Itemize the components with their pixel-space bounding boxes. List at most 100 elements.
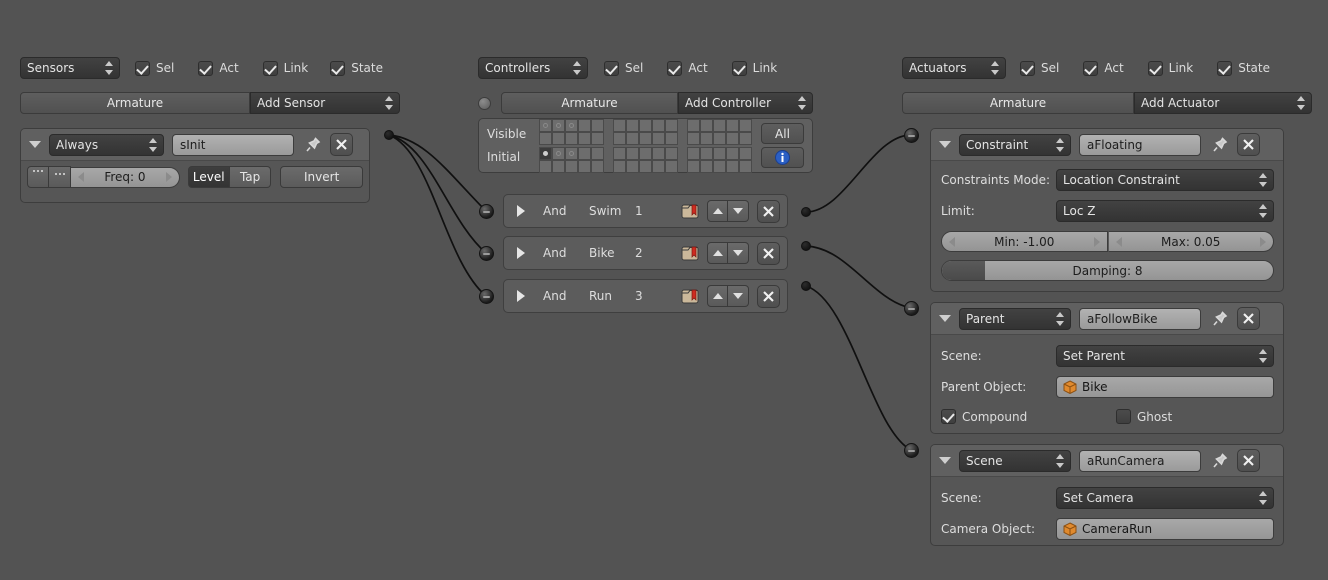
states-grid-group-2[interactable]	[613, 119, 678, 173]
state-cell[interactable]	[639, 160, 652, 173]
state-cell[interactable]	[713, 132, 726, 145]
actuators-filter-act[interactable]: Act	[1083, 61, 1123, 76]
arrow-right-icon[interactable]	[1260, 237, 1266, 247]
controller-move-down-button[interactable]	[728, 200, 749, 222]
add-actuator-dropdown[interactable]: Add Actuator	[1134, 92, 1312, 114]
sensor-type-dropdown[interactable]: Always	[49, 134, 164, 156]
controller-state-icon[interactable]	[679, 285, 701, 307]
controller-close-button[interactable]	[757, 285, 780, 308]
state-cell[interactable]	[539, 132, 552, 145]
damping-slider[interactable]: Damping: 8	[941, 260, 1274, 281]
state-cell[interactable]	[665, 160, 678, 173]
expand-triangle-icon[interactable]	[29, 141, 41, 148]
controller-row-bike[interactable]: And Bike 2	[503, 236, 788, 270]
state-cell[interactable]	[565, 119, 578, 132]
actuator-type-dropdown[interactable]: Scene	[959, 450, 1071, 472]
state-cell[interactable]	[726, 147, 739, 160]
state-cell[interactable]	[613, 160, 626, 173]
state-cell[interactable]	[539, 160, 552, 173]
state-cell[interactable]	[565, 147, 578, 160]
state-cell[interactable]	[726, 132, 739, 145]
actuators-type-dropdown[interactable]: Actuators	[902, 57, 1006, 79]
controller-close-button[interactable]	[757, 200, 780, 223]
controller-move-down-button[interactable]	[728, 242, 749, 264]
states-grid-group-3[interactable]	[687, 119, 752, 173]
add-controller-dropdown[interactable]: Add Controller	[678, 92, 813, 114]
ghost-checkbox[interactable]: Ghost	[1116, 409, 1172, 424]
scene-mode-dropdown[interactable]: Set Camera	[1056, 487, 1274, 509]
checkbox-icon[interactable]	[263, 61, 278, 76]
state-cell[interactable]	[713, 147, 726, 160]
state-cell[interactable]	[626, 160, 639, 173]
sensors-filter-link[interactable]: Link	[263, 61, 309, 76]
actuator-close-button[interactable]	[1237, 449, 1260, 472]
states-all-button[interactable]: All	[761, 123, 804, 144]
state-cell[interactable]	[713, 160, 726, 173]
state-cell[interactable]	[626, 119, 639, 132]
checkbox-icon[interactable]	[330, 61, 345, 76]
sensors-object-bar[interactable]: Armature	[20, 92, 250, 114]
sensor-tap-toggle[interactable]: Tap	[230, 166, 271, 188]
sensors-filter-sel[interactable]: Sel	[135, 61, 174, 76]
state-cell[interactable]	[713, 119, 726, 132]
checkbox-icon[interactable]	[1020, 61, 1035, 76]
state-cell[interactable]	[700, 132, 713, 145]
sensor-pulse-false-icon[interactable]	[49, 166, 71, 188]
sensor-freq-field[interactable]: Freq: 0	[71, 167, 179, 188]
actuators-filter-state[interactable]: State	[1217, 61, 1270, 76]
sensor-level-toggle[interactable]: Level	[188, 166, 230, 188]
state-cell[interactable]	[687, 160, 700, 173]
parent-mode-dropdown[interactable]: Set Parent	[1056, 345, 1274, 367]
expand-triangle-icon[interactable]	[517, 290, 525, 302]
controllers-filter-act[interactable]: Act	[667, 61, 707, 76]
arrow-left-icon[interactable]	[78, 172, 84, 182]
state-cell[interactable]	[665, 147, 678, 160]
sensor-pulse-true-icon[interactable]	[27, 166, 49, 188]
state-cell[interactable]	[739, 160, 752, 173]
controller-move-up-button[interactable]	[707, 285, 728, 307]
state-cell[interactable]	[626, 147, 639, 160]
controller-row-swim[interactable]: And Swim 1	[503, 194, 788, 228]
checkbox-icon[interactable]	[941, 409, 956, 424]
state-cell[interactable]	[665, 119, 678, 132]
state-cell[interactable]	[591, 132, 604, 145]
controller-output-socket[interactable]	[801, 241, 811, 251]
sensor-output-socket[interactable]	[384, 130, 394, 140]
state-cell[interactable]	[613, 147, 626, 160]
pin-icon[interactable]	[1209, 134, 1231, 156]
expand-triangle-icon[interactable]	[939, 315, 951, 322]
state-cell[interactable]	[639, 119, 652, 132]
expand-triangle-icon[interactable]	[939, 141, 951, 148]
checkbox-icon[interactable]	[135, 61, 150, 76]
state-cell[interactable]	[700, 119, 713, 132]
state-cell[interactable]	[726, 119, 739, 132]
state-cell[interactable]	[639, 147, 652, 160]
controllers-type-dropdown[interactable]: Controllers	[478, 57, 588, 79]
min-field[interactable]: Min: -1.00	[941, 231, 1108, 252]
expand-triangle-icon[interactable]	[517, 205, 525, 217]
arrow-right-icon[interactable]	[166, 172, 172, 182]
controller-state-icon[interactable]	[679, 200, 701, 222]
constraints-mode-dropdown[interactable]: Location Constraint	[1056, 169, 1274, 191]
sensor-close-button[interactable]	[330, 133, 353, 156]
controller-close-button[interactable]	[757, 242, 780, 265]
controller-output-socket[interactable]	[801, 281, 811, 291]
actuator-name-field[interactable]: aRunCamera	[1079, 450, 1201, 472]
controllers-filter-sel[interactable]: Sel	[604, 61, 643, 76]
state-cell[interactable]	[652, 132, 665, 145]
checkbox-icon[interactable]	[1148, 61, 1163, 76]
actuator-input-socket[interactable]	[904, 128, 919, 143]
arrow-right-icon[interactable]	[1094, 237, 1100, 247]
state-cell[interactable]	[665, 132, 678, 145]
actuators-filter-sel[interactable]: Sel	[1020, 61, 1059, 76]
sensors-filter-state[interactable]: State	[330, 61, 383, 76]
state-cell[interactable]	[591, 160, 604, 173]
state-cell[interactable]	[578, 132, 591, 145]
states-info-button[interactable]	[761, 147, 804, 168]
actuator-close-button[interactable]	[1237, 307, 1260, 330]
sensors-filter-act[interactable]: Act	[198, 61, 238, 76]
state-cell[interactable]	[687, 119, 700, 132]
state-cell[interactable]	[687, 132, 700, 145]
state-cell[interactable]	[578, 160, 591, 173]
sensor-name-field[interactable]: sInit	[172, 134, 294, 156]
